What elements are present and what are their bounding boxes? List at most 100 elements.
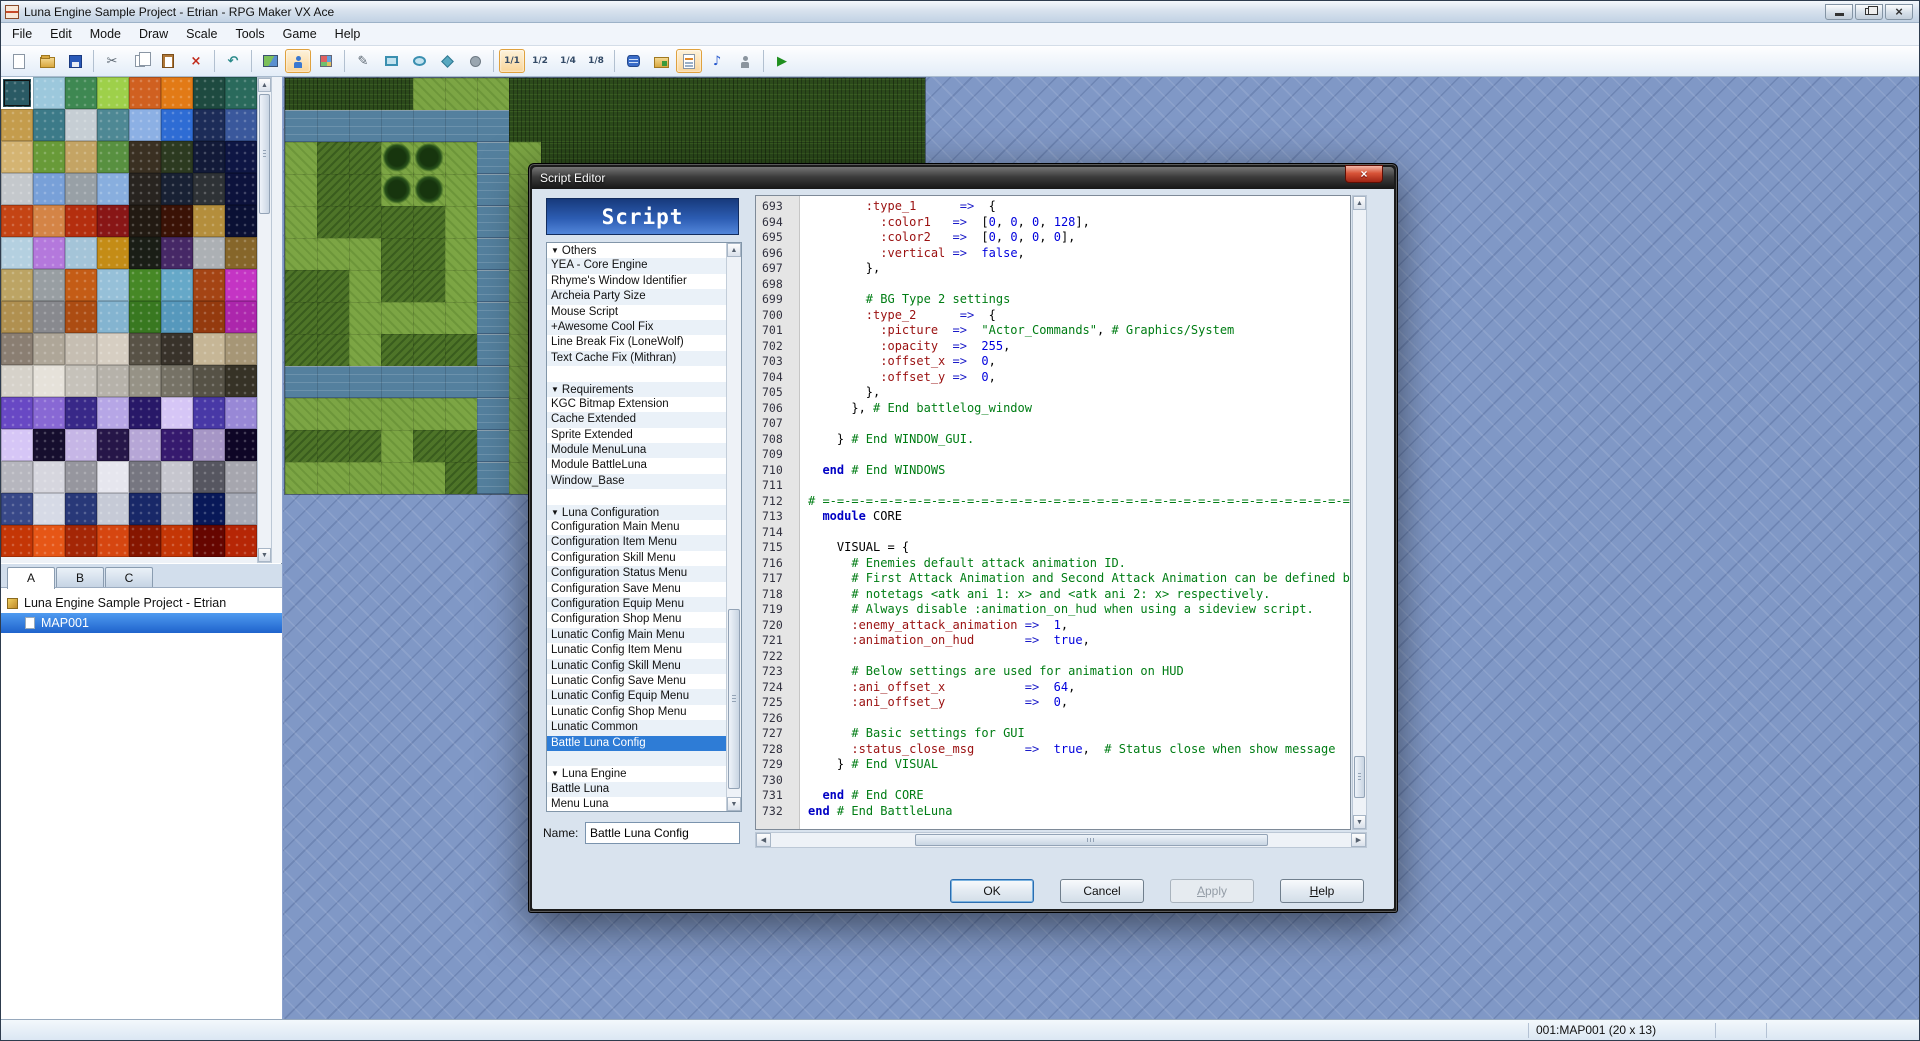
- palette-tile[interactable]: [97, 237, 129, 269]
- palette-tile[interactable]: [225, 493, 257, 525]
- palette-tile[interactable]: [33, 429, 65, 461]
- palette-tile[interactable]: [65, 205, 97, 237]
- palette-tile[interactable]: [97, 365, 129, 397]
- palette-tile[interactable]: [1, 397, 33, 429]
- palette-tile[interactable]: [1, 109, 33, 141]
- palette-tile[interactable]: [1, 205, 33, 237]
- palette-tile[interactable]: [161, 269, 193, 301]
- menu-file[interactable]: File: [3, 24, 41, 44]
- script-list-item[interactable]: Configuration Skill Menu: [547, 551, 727, 566]
- event-mode-button[interactable]: [285, 49, 311, 73]
- region-mode-button[interactable]: [313, 49, 339, 73]
- palette-tile[interactable]: [1, 493, 33, 525]
- palette-tile[interactable]: [33, 269, 65, 301]
- palette-tile[interactable]: [33, 493, 65, 525]
- zoom-1-1-button[interactable]: 1/1: [499, 49, 525, 73]
- palette-tile[interactable]: [161, 461, 193, 493]
- draw-ellipse-button[interactable]: [406, 49, 432, 73]
- palette-tile[interactable]: [129, 525, 161, 557]
- script-list-item[interactable]: Battle Luna: [547, 782, 727, 797]
- script-list-item[interactable]: Lunatic Common: [547, 720, 727, 735]
- script-list-item[interactable]: KGC Bitmap Extension: [547, 397, 727, 412]
- menu-draw[interactable]: Draw: [130, 24, 177, 44]
- palette-tile[interactable]: [97, 461, 129, 493]
- palette-tile[interactable]: [161, 77, 193, 109]
- palette-scrollbar[interactable]: ▲▼: [257, 77, 272, 563]
- palette-tile[interactable]: [1, 269, 33, 301]
- palette-tile[interactable]: [1, 237, 33, 269]
- script-list-item[interactable]: Lunatic Config Item Menu: [547, 643, 727, 658]
- palette-tile[interactable]: [225, 397, 257, 429]
- code-area[interactable]: 6936946956966976986997007017027037047057…: [755, 195, 1351, 830]
- palette-tile[interactable]: [65, 461, 97, 493]
- palette-tile[interactable]: [65, 365, 97, 397]
- palette-tile[interactable]: [129, 365, 161, 397]
- palette-tile[interactable]: [1, 141, 33, 173]
- palette-tile[interactable]: [161, 365, 193, 397]
- palette-tile[interactable]: [65, 173, 97, 205]
- palette-tile[interactable]: [65, 269, 97, 301]
- script-group-header[interactable]: ▼Requirements: [547, 382, 727, 397]
- palette-tile[interactable]: [161, 525, 193, 557]
- scroll-up-arrow[interactable]: ▲: [258, 78, 271, 92]
- palette-tile[interactable]: [33, 301, 65, 333]
- draw-shadow-pen-button[interactable]: [462, 49, 488, 73]
- palette-tile[interactable]: [161, 205, 193, 237]
- minimize-button[interactable]: [1825, 4, 1853, 20]
- palette-tile[interactable]: [193, 493, 225, 525]
- scroll-left-arrow[interactable]: ◀: [756, 833, 771, 847]
- restore-button[interactable]: [1855, 4, 1883, 20]
- sound-test-button[interactable]: ♪: [704, 49, 730, 73]
- save-project-button[interactable]: [62, 49, 88, 73]
- character-generator-button[interactable]: [732, 49, 758, 73]
- palette-tile[interactable]: [225, 237, 257, 269]
- script-list-item[interactable]: Lunatic Config Skill Menu: [547, 659, 727, 674]
- script-list-item[interactable]: Battle Luna Config: [547, 736, 727, 751]
- palette-tile[interactable]: [97, 141, 129, 173]
- script-list-item[interactable]: Configuration Shop Menu: [547, 612, 727, 627]
- script-list-scrollbar[interactable]: ▲ ▼: [726, 243, 741, 811]
- palette-tile[interactable]: [1, 365, 33, 397]
- palette-tile[interactable]: [65, 109, 97, 141]
- palette-tile[interactable]: [193, 333, 225, 365]
- project-root-item[interactable]: Luna Engine Sample Project - Etrian: [1, 593, 282, 613]
- script-list-item[interactable]: Text Cache Fix (Mithran): [547, 351, 727, 366]
- palette-tile[interactable]: [33, 173, 65, 205]
- scroll-down-arrow[interactable]: ▼: [258, 548, 271, 562]
- palette-tile[interactable]: [129, 461, 161, 493]
- script-list-item[interactable]: Module MenuLuna: [547, 443, 727, 458]
- help-button[interactable]: Help: [1280, 879, 1364, 903]
- palette-tile[interactable]: [225, 109, 257, 141]
- playtest-button[interactable]: ▶: [769, 49, 795, 73]
- palette-tile[interactable]: [65, 301, 97, 333]
- resource-manager-button[interactable]: [648, 49, 674, 73]
- palette-tile[interactable]: [65, 77, 97, 109]
- copy-button[interactable]: [127, 49, 153, 73]
- script-list-item[interactable]: Line Break Fix (LoneWolf): [547, 335, 727, 350]
- script-name-input[interactable]: [585, 822, 740, 844]
- script-list-item[interactable]: Configuration Main Menu: [547, 520, 727, 535]
- script-list-item[interactable]: Lunatic Config Equip Menu: [547, 689, 727, 704]
- palette-tile[interactable]: [33, 333, 65, 365]
- tab-b[interactable]: B: [56, 567, 104, 587]
- zoom-1-8-button[interactable]: 1/8: [583, 49, 609, 73]
- script-group-header[interactable]: ▼Others: [547, 243, 727, 258]
- palette-tile[interactable]: [129, 205, 161, 237]
- palette-tile[interactable]: [193, 461, 225, 493]
- script-list-item[interactable]: Lunatic Config Save Menu: [547, 674, 727, 689]
- scroll-right-arrow[interactable]: ▶: [1351, 833, 1366, 847]
- draw-rectangle-button[interactable]: [378, 49, 404, 73]
- script-list-item[interactable]: Module BattleLuna: [547, 458, 727, 473]
- dialog-close-button[interactable]: ×: [1345, 165, 1383, 183]
- palette-tile[interactable]: [97, 493, 129, 525]
- zoom-1-2-button[interactable]: 1/2: [527, 49, 553, 73]
- scroll-down-arrow[interactable]: ▼: [1353, 815, 1366, 829]
- cut-button[interactable]: ✂: [99, 49, 125, 73]
- palette-tile[interactable]: [193, 365, 225, 397]
- palette-tile[interactable]: [193, 237, 225, 269]
- palette-tile[interactable]: [193, 109, 225, 141]
- palette-tile[interactable]: [97, 269, 129, 301]
- palette-tile[interactable]: [65, 237, 97, 269]
- script-list-item[interactable]: Cache Extended: [547, 412, 727, 427]
- tileset-palette[interactable]: ▲▼: [1, 77, 282, 563]
